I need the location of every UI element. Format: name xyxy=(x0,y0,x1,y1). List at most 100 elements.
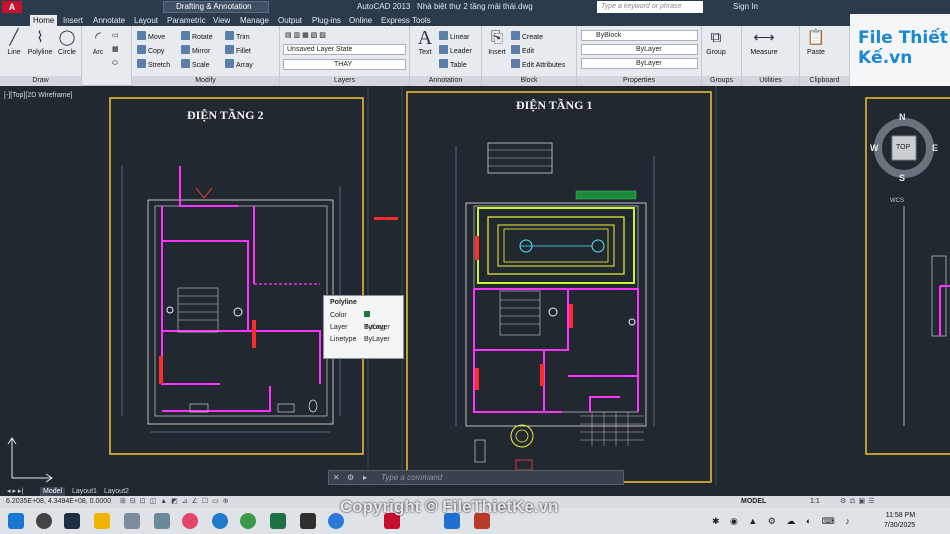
properties-panel-label[interactable]: Properties xyxy=(577,76,701,86)
insert-button[interactable]: ⎘ Insert xyxy=(483,28,511,62)
paste-label: Paste xyxy=(807,49,825,56)
ellipse-icon[interactable]: ⬭ xyxy=(112,58,118,69)
viewcube-top-face[interactable]: TOP xyxy=(896,144,910,151)
properties-panel: ByBlock ByLayer ByLayer Properties xyxy=(577,26,702,86)
autocad-logo-icon[interactable]: A xyxy=(2,1,22,13)
scale-button[interactable]: Scale xyxy=(181,59,210,70)
lineweight-dropdown[interactable]: ByLayer xyxy=(581,58,698,69)
sign-in-button[interactable]: Sign In xyxy=(733,2,758,11)
clipboard-panel-label[interactable]: Clipboard xyxy=(800,76,849,86)
close-icon[interactable]: ✕ xyxy=(333,473,340,482)
widgets-icon[interactable] xyxy=(124,513,140,529)
task-view-icon[interactable] xyxy=(64,513,80,529)
copy-button[interactable]: Copy xyxy=(137,45,164,56)
tab-layout2[interactable]: Layout2 xyxy=(101,487,132,496)
compass-north[interactable]: N xyxy=(899,112,906,122)
groups-panel-label[interactable]: Groups xyxy=(702,76,741,86)
rotate-button[interactable]: Rotate xyxy=(181,31,213,42)
layout-nav-icon[interactable]: ◂ ▸ ▸| xyxy=(4,487,26,496)
copy-icon xyxy=(137,45,146,54)
fillet-button[interactable]: Fillet xyxy=(225,45,251,56)
create-block-button[interactable]: Create xyxy=(511,31,543,42)
rectangle-icon[interactable]: ▭ xyxy=(112,30,119,41)
search-icon[interactable] xyxy=(36,513,52,529)
compass-south[interactable]: S xyxy=(899,173,905,183)
viewcube[interactable]: N S W E TOP xyxy=(870,112,942,184)
edit-attributes-button[interactable]: Edit Attributes xyxy=(511,59,565,70)
mirror-button[interactable]: Mirror xyxy=(181,45,210,56)
utilities-panel-label[interactable]: Utilities xyxy=(742,76,799,86)
text-button[interactable]: A Text xyxy=(411,28,439,62)
app-icon[interactable] xyxy=(154,513,170,529)
table-button[interactable]: Table xyxy=(439,59,467,70)
drawing-canvas[interactable]: [-][Top][2D Wireframe] ĐIỆN TẦNG 2 ĐIỆN … xyxy=(0,86,950,486)
modify-panel-label[interactable]: Modify xyxy=(132,76,279,86)
line-button[interactable]: ╱ Line xyxy=(0,28,28,62)
tab-layout[interactable]: Layout xyxy=(131,15,161,26)
status-tray-icon[interactable]: ⚙⚖▣☰ xyxy=(840,496,877,508)
command-line[interactable]: ✕ ⚙ ▸ Type a command xyxy=(328,470,624,485)
wrench-icon[interactable]: ⚙ xyxy=(347,473,354,482)
search-input[interactable]: Type a keyword or phrase xyxy=(597,1,703,13)
hatch-icon[interactable]: ▦ xyxy=(112,44,119,55)
tab-plugins[interactable]: Plug-ins xyxy=(309,15,344,26)
compass-west[interactable]: W xyxy=(870,143,879,153)
edit-attributes-label: Edit Attributes xyxy=(522,62,566,69)
layers-panel-label[interactable]: Layers xyxy=(280,76,409,86)
tab-home[interactable]: Home xyxy=(30,15,58,26)
trim-button[interactable]: Trim xyxy=(225,31,250,42)
layer-properties-icon[interactable]: ▤ ▥ ▦ ▧ ▨ xyxy=(285,30,326,41)
wcs-menu[interactable]: WCS xyxy=(890,198,904,204)
compass-east[interactable]: E xyxy=(932,143,938,153)
leader-button[interactable]: Leader xyxy=(439,45,472,56)
tab-manage[interactable]: Manage xyxy=(237,15,272,26)
move-button[interactable]: Move xyxy=(137,31,165,42)
model-space-button[interactable]: MODEL xyxy=(741,496,766,508)
chrome-icon[interactable] xyxy=(240,513,256,529)
insert-block-icon: ⎘ xyxy=(490,29,503,46)
annotation-panel-label[interactable]: Annotation xyxy=(410,76,481,86)
tab-online[interactable]: Online xyxy=(346,15,375,26)
app-icon-2[interactable] xyxy=(182,513,198,529)
fillet-label: Fillet xyxy=(236,48,251,55)
paste-button[interactable]: 📋 Paste xyxy=(802,28,830,62)
file-explorer-icon[interactable] xyxy=(94,513,110,529)
draw-panel-label[interactable]: Draw xyxy=(0,76,81,86)
annotation-scale-dropdown[interactable]: 1:1 xyxy=(810,496,820,508)
fillet-icon xyxy=(225,45,234,54)
polyline-button[interactable]: ⌇ Polyline xyxy=(26,28,54,62)
app-icon-3[interactable] xyxy=(300,513,316,529)
draw-panel-extra: ◜ Arc ▭ ▦ ⬭ xyxy=(82,26,132,86)
tab-annotate[interactable]: Annotate xyxy=(90,15,128,26)
edit-block-button[interactable]: Edit xyxy=(511,45,534,56)
system-clock[interactable]: 11:58 PM 7/30/2025 xyxy=(884,511,915,531)
tab-output[interactable]: Output xyxy=(275,15,305,26)
workspace-dropdown[interactable]: Drafting & Annotation xyxy=(163,1,269,13)
linetype-dropdown[interactable]: ByLayer xyxy=(581,44,698,55)
tab-insert[interactable]: Insert xyxy=(60,15,86,26)
edge-icon[interactable] xyxy=(212,513,228,529)
tab-view[interactable]: View xyxy=(210,15,233,26)
linear-button[interactable]: Linear xyxy=(439,31,469,42)
stretch-button[interactable]: Stretch xyxy=(137,59,170,70)
command-input[interactable]: Type a command xyxy=(381,473,442,482)
drafting-toggles-icon[interactable]: ⊞⊟⊡◫▲◩⊿∠☐▭⊕ xyxy=(120,496,233,508)
color-dropdown[interactable]: ByBlock xyxy=(581,30,698,41)
block-panel-label[interactable]: Block xyxy=(482,76,576,86)
windows-start-icon[interactable] xyxy=(8,513,24,529)
viewport-label[interactable]: [-][Top][2D Wireframe] xyxy=(4,92,72,99)
tab-layout1[interactable]: Layout1 xyxy=(69,487,100,496)
array-button[interactable]: Array xyxy=(225,59,253,70)
system-tray-icons[interactable]: ✱ ◉ ▲ ⚙ ☁ ◐ ⌨ ♪ xyxy=(712,516,854,527)
tab-parametric[interactable]: Parametric xyxy=(164,15,209,26)
arc-button[interactable]: ◜ Arc xyxy=(84,28,112,62)
tab-model[interactable]: Model xyxy=(40,487,66,496)
excel-icon[interactable] xyxy=(270,513,286,529)
layer-dropdown[interactable]: THAY xyxy=(283,59,406,70)
ribbon-tabs: Home Insert Annotate Layout Parametric V… xyxy=(0,14,950,26)
circle-button[interactable]: ◯ Circle xyxy=(54,28,80,62)
measure-button[interactable]: ⟷ Measure xyxy=(748,28,780,62)
group-button[interactable]: ⧉ Group xyxy=(702,28,730,62)
tab-express-tools[interactable]: Express Tools xyxy=(378,15,434,26)
layer-state-dropdown[interactable]: Unsaved Layer State xyxy=(283,44,406,55)
